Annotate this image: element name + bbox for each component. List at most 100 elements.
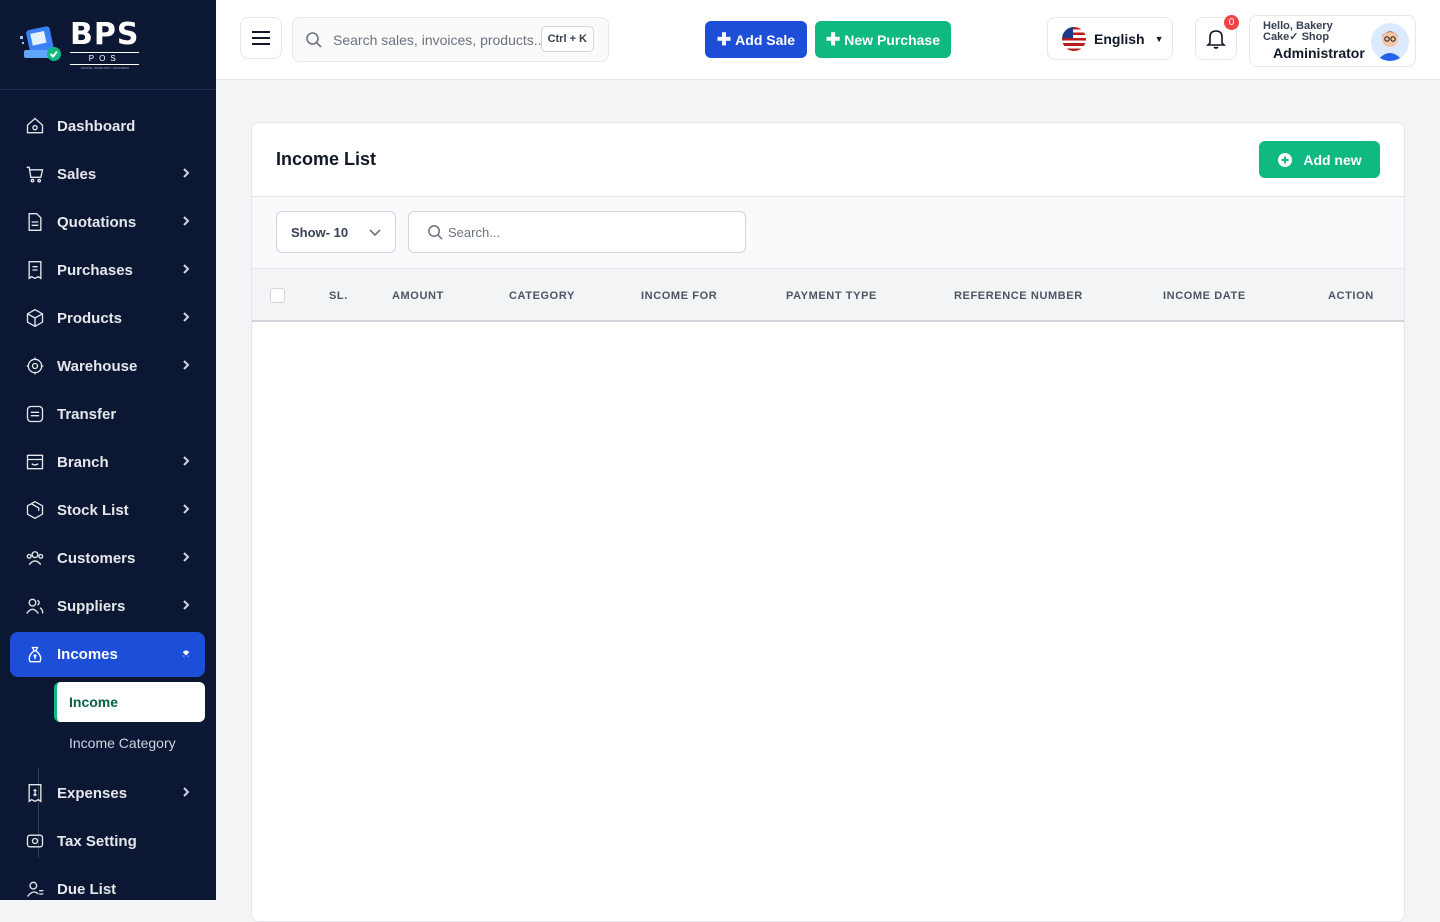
sidebar-item-label: Customers xyxy=(57,549,136,567)
plus-icon: ✚ xyxy=(716,29,732,49)
brand-tagline: ONLINE | INVENTORY | BUSINESS xyxy=(80,65,130,70)
sidebar-item-quotations[interactable]: Quotations xyxy=(10,200,205,244)
new-purchase-button[interactable]: ✚ New Purchase xyxy=(815,21,951,58)
sidebar-item-label: Expenses xyxy=(57,784,128,802)
sidebar-item-label: Quotations xyxy=(57,213,137,231)
sidebar-item-stock-list[interactable]: Stock List xyxy=(10,488,205,532)
user-greeting: Hello, Bakery Cake✓ Shop xyxy=(1263,20,1333,43)
sidebar-item-branch[interactable]: Branch xyxy=(10,440,205,484)
sidebar-item-sales[interactable]: Sales xyxy=(10,152,205,196)
package-icon xyxy=(24,499,46,521)
chevron-right-icon xyxy=(179,502,193,516)
hamburger-icon xyxy=(252,31,270,45)
sidebar-item-label: Warehouse xyxy=(57,357,138,375)
chevron-right-icon xyxy=(179,310,193,324)
cart-icon xyxy=(24,163,46,185)
sidebar-item-transfer[interactable]: Transfer xyxy=(10,392,205,436)
page-size-select[interactable]: Show- 10 xyxy=(276,211,396,253)
search-icon xyxy=(306,31,322,48)
brand-logo[interactable]: BPS POS ONLINE | INVENTORY | BUSINESS xyxy=(0,0,216,90)
warehouse-icon xyxy=(24,355,46,377)
chevron-right-icon xyxy=(179,358,193,372)
select-all-checkbox[interactable] xyxy=(270,288,285,303)
caret-down-icon: ▼ xyxy=(1154,33,1164,44)
chevron-right-icon xyxy=(179,550,193,564)
notification-count-badge: 0 xyxy=(1224,15,1239,30)
sidebar-item-dashboard[interactable]: Dashboard xyxy=(10,104,205,148)
users-icon xyxy=(24,547,46,569)
avatar xyxy=(1371,23,1409,61)
submenu-item-label: Income xyxy=(69,694,119,710)
sidebar: BPS POS ONLINE | INVENTORY | BUSINESS Da… xyxy=(0,0,216,900)
sidebar-item-tax-setting[interactable]: Tax Setting xyxy=(10,819,205,863)
column-header-reference-number[interactable]: REFERENCE NUMBER xyxy=(954,290,1083,302)
top-bar: Search sales, invoices, products... Ctrl… xyxy=(216,0,1440,80)
table-search-placeholder: Search... xyxy=(448,224,501,240)
new-purchase-label: New Purchase xyxy=(844,31,940,48)
sidebar-item-label: Tax Setting xyxy=(57,832,137,850)
add-new-button[interactable]: Add new xyxy=(1259,141,1380,178)
menu-toggle-button[interactable] xyxy=(240,17,282,59)
plus-icon: ✚ xyxy=(826,29,841,49)
sidebar-item-warehouse[interactable]: Warehouse xyxy=(10,344,205,388)
column-header-action: ACTION xyxy=(1328,290,1374,302)
submenu-item-label: Income Category xyxy=(69,735,176,751)
chevron-right-icon xyxy=(179,166,193,180)
brand-sub: POS xyxy=(70,51,140,65)
global-search-input[interactable]: Search sales, invoices, products... Ctrl… xyxy=(292,17,609,62)
language-selector[interactable]: English ▼ xyxy=(1047,17,1173,60)
sidebar-item-suppliers[interactable]: Suppliers xyxy=(10,584,205,628)
chevron-right-icon xyxy=(179,262,193,276)
table-body xyxy=(252,322,1404,902)
column-header-amount[interactable]: AMOUNT xyxy=(392,290,444,302)
sidebar-item-products[interactable]: Products xyxy=(10,296,205,340)
add-sale-label: Add Sale xyxy=(735,31,796,48)
chevron-right-icon xyxy=(179,454,193,468)
sidebar-item-due-list[interactable]: Due List xyxy=(10,867,205,900)
table-header: SL. AMOUNT CATEGORY INCOME FOR PAYMENT T… xyxy=(252,268,1404,322)
transfer-icon xyxy=(24,403,46,425)
page-size-value: Show- 10 xyxy=(291,224,349,240)
income-list-card: Income List Add new Show- 10 Search... S… xyxy=(251,122,1405,922)
sidebar-item-customers[interactable]: Customers xyxy=(10,536,205,580)
plus-circle-icon xyxy=(1278,152,1293,167)
sidebar-item-label: Sales xyxy=(57,165,97,183)
brand-name: BPS xyxy=(70,16,140,52)
sidebar-item-incomes[interactable]: Incomes xyxy=(10,632,205,677)
receipt-icon xyxy=(24,259,46,281)
store-icon xyxy=(24,451,46,473)
submenu-item-income[interactable]: Income xyxy=(54,682,205,722)
column-header-sl[interactable]: SL. xyxy=(329,290,348,302)
chevron-down-icon xyxy=(179,647,193,661)
sidebar-item-label: Purchases xyxy=(57,261,133,279)
box-icon xyxy=(24,307,46,329)
tax-icon xyxy=(24,830,46,852)
supplier-icon xyxy=(24,595,46,617)
bell-icon xyxy=(1206,29,1226,49)
column-header-income-for[interactable]: INCOME FOR xyxy=(641,290,717,302)
column-header-payment-type[interactable]: PAYMENT TYPE xyxy=(786,290,877,302)
sidebar-item-label: Incomes xyxy=(57,646,118,663)
sidebar-item-label: Suppliers xyxy=(57,597,126,615)
language-label: English xyxy=(1094,30,1145,47)
sidebar-item-expenses[interactable]: Expenses xyxy=(10,771,205,815)
page-title: Income List xyxy=(276,149,377,169)
sidebar-item-label: Products xyxy=(57,309,123,327)
column-header-category[interactable]: CATEGORY xyxy=(509,290,575,302)
shortcut-hint: Ctrl + K xyxy=(540,26,594,52)
sidebar-item-purchases[interactable]: Purchases xyxy=(10,248,205,292)
column-header-income-date[interactable]: INCOME DATE xyxy=(1163,290,1246,302)
sidebar-item-label: Transfer xyxy=(57,405,117,423)
add-sale-button[interactable]: ✚ Add Sale xyxy=(705,21,807,58)
user-profile-menu[interactable]: Hello, Bakery Cake✓ Shop Administrator xyxy=(1249,15,1416,67)
search-placeholder: Search sales, invoices, products... xyxy=(333,31,546,48)
money-bag-icon xyxy=(24,644,46,666)
submenu-item-income-category[interactable]: Income Category xyxy=(54,723,205,763)
chevron-right-icon xyxy=(179,214,193,228)
due-user-icon xyxy=(24,878,46,900)
table-search-input[interactable]: Search... xyxy=(408,211,746,253)
filter-bar: Show- 10 Search... xyxy=(252,196,1404,268)
user-role: Administrator xyxy=(1273,45,1365,61)
sidebar-item-label: Due List xyxy=(57,880,117,898)
pos-terminal-icon xyxy=(20,25,61,61)
